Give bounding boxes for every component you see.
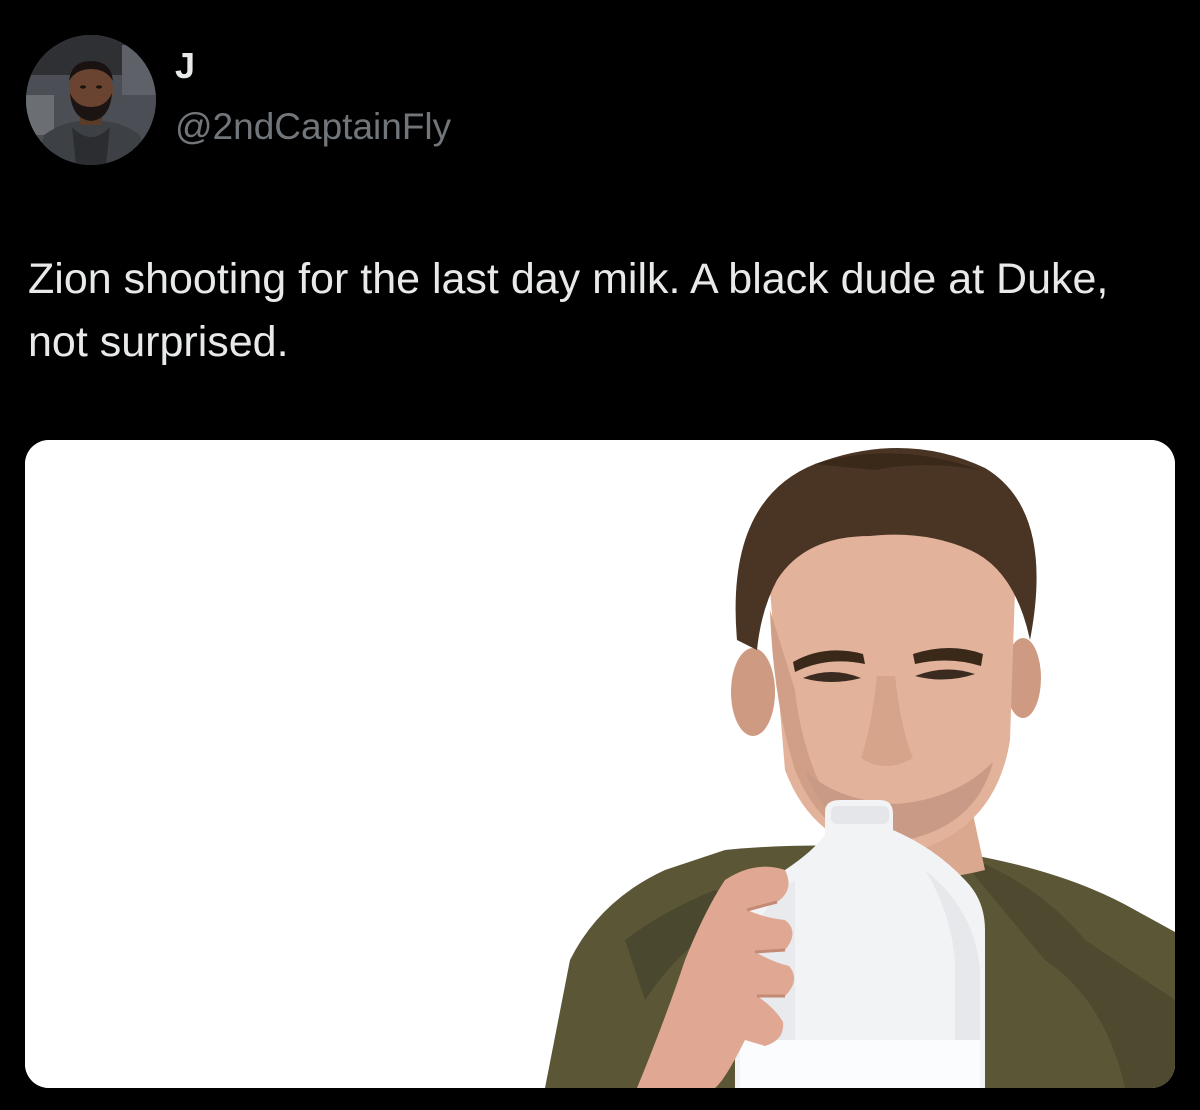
author-display-name[interactable]: J — [175, 48, 195, 84]
tweet-card: J @2ndCaptainFly Zion shooting for the l… — [0, 0, 1200, 1110]
milk-drinking-photo-icon — [25, 440, 1175, 1088]
avatar-photo-icon — [26, 35, 156, 165]
author-avatar[interactable] — [26, 35, 156, 165]
tweet-text: Zion shooting for the last day milk. A b… — [28, 255, 1109, 366]
tweet-media-photo[interactable] — [25, 440, 1175, 1088]
author-handle[interactable]: @2ndCaptainFly — [175, 108, 451, 145]
